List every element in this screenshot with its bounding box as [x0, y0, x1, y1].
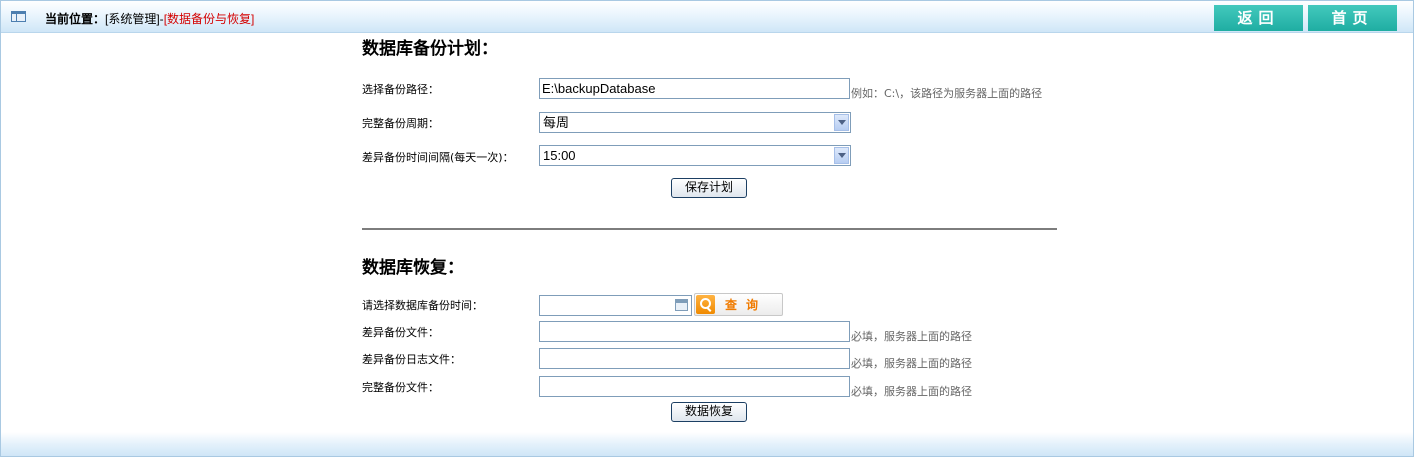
restore-title: 数据库恢复： — [362, 258, 464, 278]
chevron-down-icon[interactable] — [834, 147, 849, 164]
backup-plan-title: 数据库备份计划： — [362, 39, 498, 59]
breadcrumb-current: [数据备份与恢复] — [163, 12, 255, 26]
breadcrumb: 当前位置：[系统管理]-[数据备份与恢复] — [45, 10, 254, 27]
bottom-bar — [1, 432, 1413, 456]
diff-interval-select[interactable]: 15:00 — [539, 145, 851, 166]
location-label: 当前位置： — [45, 12, 106, 26]
full-file-label: 完整备份文件： — [362, 381, 439, 394]
full-cycle-value: 每周 — [543, 115, 570, 130]
full-cycle-label: 完整备份周期： — [362, 117, 439, 130]
search-icon — [696, 295, 715, 314]
query-button[interactable]: 查询 — [694, 293, 783, 316]
back-button[interactable]: 返回 — [1214, 5, 1303, 31]
window-icon — [11, 11, 26, 22]
backup-path-input[interactable]: E:\backupDatabase — [539, 78, 850, 99]
section-divider — [362, 228, 1057, 230]
chevron-down-icon[interactable] — [834, 114, 849, 131]
full-file-hint: 必填，服务器上面的路径 — [851, 385, 972, 398]
diff-log-hint: 必填，服务器上面的路径 — [851, 357, 972, 370]
save-plan-button[interactable]: 保存计划 — [671, 178, 747, 198]
diff-log-input[interactable] — [539, 348, 850, 369]
diff-log-label: 差异备份日志文件： — [362, 353, 461, 366]
top-bar: 当前位置：[系统管理]-[数据备份与恢复] 返回 首页 — [1, 1, 1413, 33]
query-button-label: 查询 — [725, 298, 768, 312]
diff-file-input[interactable] — [539, 321, 850, 342]
diff-file-label: 差异备份文件： — [362, 326, 439, 339]
home-button[interactable]: 首页 — [1308, 5, 1397, 31]
backup-time-label: 请选择数据库备份时间： — [362, 299, 483, 312]
full-cycle-select[interactable]: 每周 — [539, 112, 851, 133]
breadcrumb-parent[interactable]: [系统管理]- — [105, 12, 164, 26]
calendar-icon[interactable] — [675, 299, 688, 311]
full-file-input[interactable] — [539, 376, 850, 397]
backup-path-hint: 例如：C:\，该路径为服务器上面的路径 — [851, 87, 1043, 100]
restore-button[interactable]: 数据恢复 — [671, 402, 747, 422]
backup-time-input[interactable] — [539, 295, 692, 316]
main-frame: 当前位置：[系统管理]-[数据备份与恢复] 返回 首页 数据库备份计划： 选择备… — [0, 0, 1414, 457]
diff-interval-value: 15:00 — [543, 148, 576, 163]
diff-interval-label: 差异备份时间间隔(每天一次)： — [362, 151, 514, 164]
backup-path-label: 选择备份路径： — [362, 83, 439, 96]
diff-file-hint: 必填，服务器上面的路径 — [851, 330, 972, 343]
